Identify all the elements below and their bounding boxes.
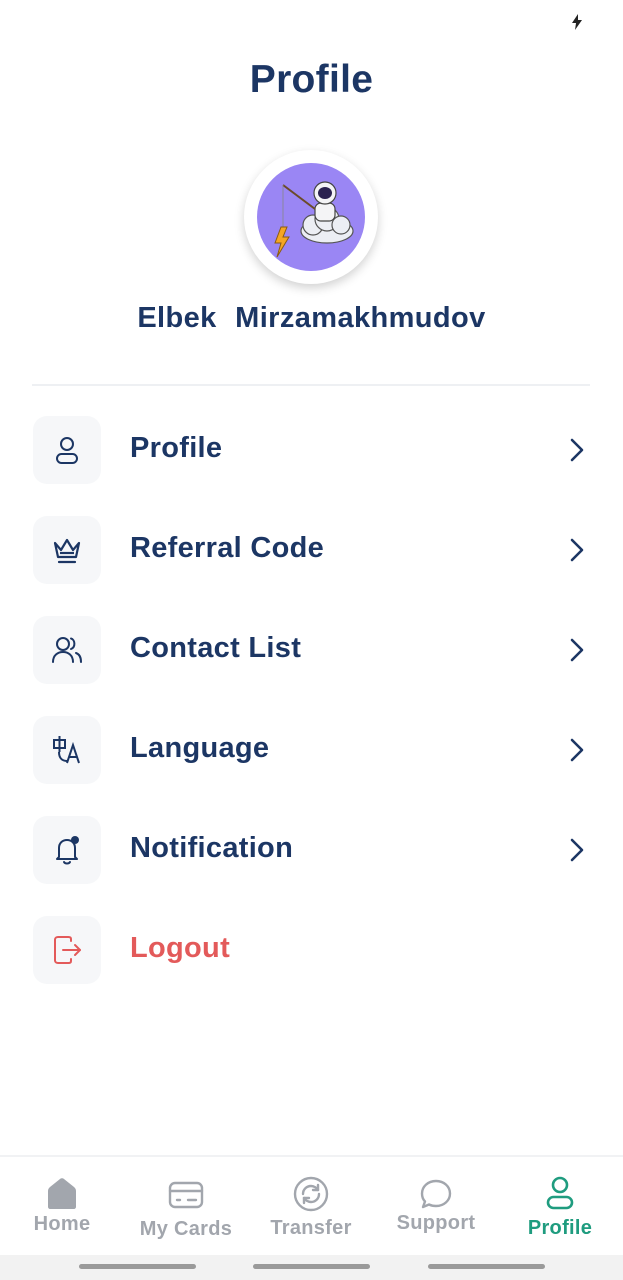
menu-item-notification[interactable]: Notification	[0, 816, 623, 884]
avatar[interactable]	[244, 150, 378, 284]
gesture-pill	[428, 1264, 545, 1269]
gesture-pill	[253, 1264, 370, 1269]
nav-item-label: Transfer	[270, 1217, 352, 1239]
menu-item-label: Logout	[130, 932, 231, 964]
bottom-nav: Home My Cards Transfer Support Profile	[0, 1155, 623, 1255]
menu-item-label: Contact List	[130, 632, 302, 664]
menu-item-label: Referral Code	[130, 532, 325, 564]
crown-icon	[53, 538, 81, 564]
contacts-icon	[52, 637, 82, 663]
home-icon	[48, 1178, 76, 1209]
menu-item-label: Language	[130, 732, 270, 764]
page-title: Profile	[249, 58, 374, 101]
user-icon	[56, 437, 78, 464]
bell-icon	[56, 836, 79, 865]
transfer-icon	[293, 1176, 329, 1212]
translate-icon	[53, 736, 80, 764]
astronaut-illustration	[274, 181, 354, 258]
nav-item-my-cards[interactable]: My Cards	[124, 1157, 248, 1257]
nav-item-support[interactable]: Support	[374, 1157, 498, 1257]
chevron-right-icon	[570, 838, 584, 862]
nav-item-transfer[interactable]: Transfer	[249, 1157, 373, 1257]
menu-item-label: Profile	[130, 432, 223, 464]
menu-item-label: Notification	[130, 832, 294, 864]
system-gesture-bar	[0, 1255, 623, 1280]
card-icon	[168, 1181, 204, 1209]
charging-icon	[572, 14, 582, 30]
nav-item-label: Profile	[527, 1217, 593, 1239]
user-name: Elbek Mirzamakhmudov	[137, 302, 486, 334]
nav-item-profile[interactable]: Profile	[498, 1157, 622, 1257]
avatar-image	[257, 163, 365, 271]
menu-item-language[interactable]: Language	[0, 716, 623, 784]
logout-icon	[54, 936, 81, 964]
menu-item-referral-code[interactable]: Referral Code	[0, 516, 623, 584]
menu-item-contact-list[interactable]: Contact List	[0, 616, 623, 684]
chevron-right-icon	[570, 738, 584, 762]
user-icon	[546, 1176, 574, 1210]
chevron-right-icon	[570, 638, 584, 662]
chevron-right-icon	[570, 538, 584, 562]
nav-item-label: Support	[396, 1212, 476, 1234]
menu-item-profile[interactable]: Profile	[0, 416, 623, 484]
gesture-pill	[79, 1264, 196, 1269]
nav-item-label: My Cards	[139, 1218, 233, 1240]
menu-item-logout[interactable]: Logout	[0, 916, 623, 984]
nav-item-label: Home	[33, 1213, 91, 1235]
status-bar	[0, 0, 623, 44]
divider	[32, 384, 590, 386]
nav-item-home[interactable]: Home	[0, 1157, 124, 1257]
chevron-right-icon	[570, 438, 584, 462]
chat-icon	[420, 1179, 452, 1209]
